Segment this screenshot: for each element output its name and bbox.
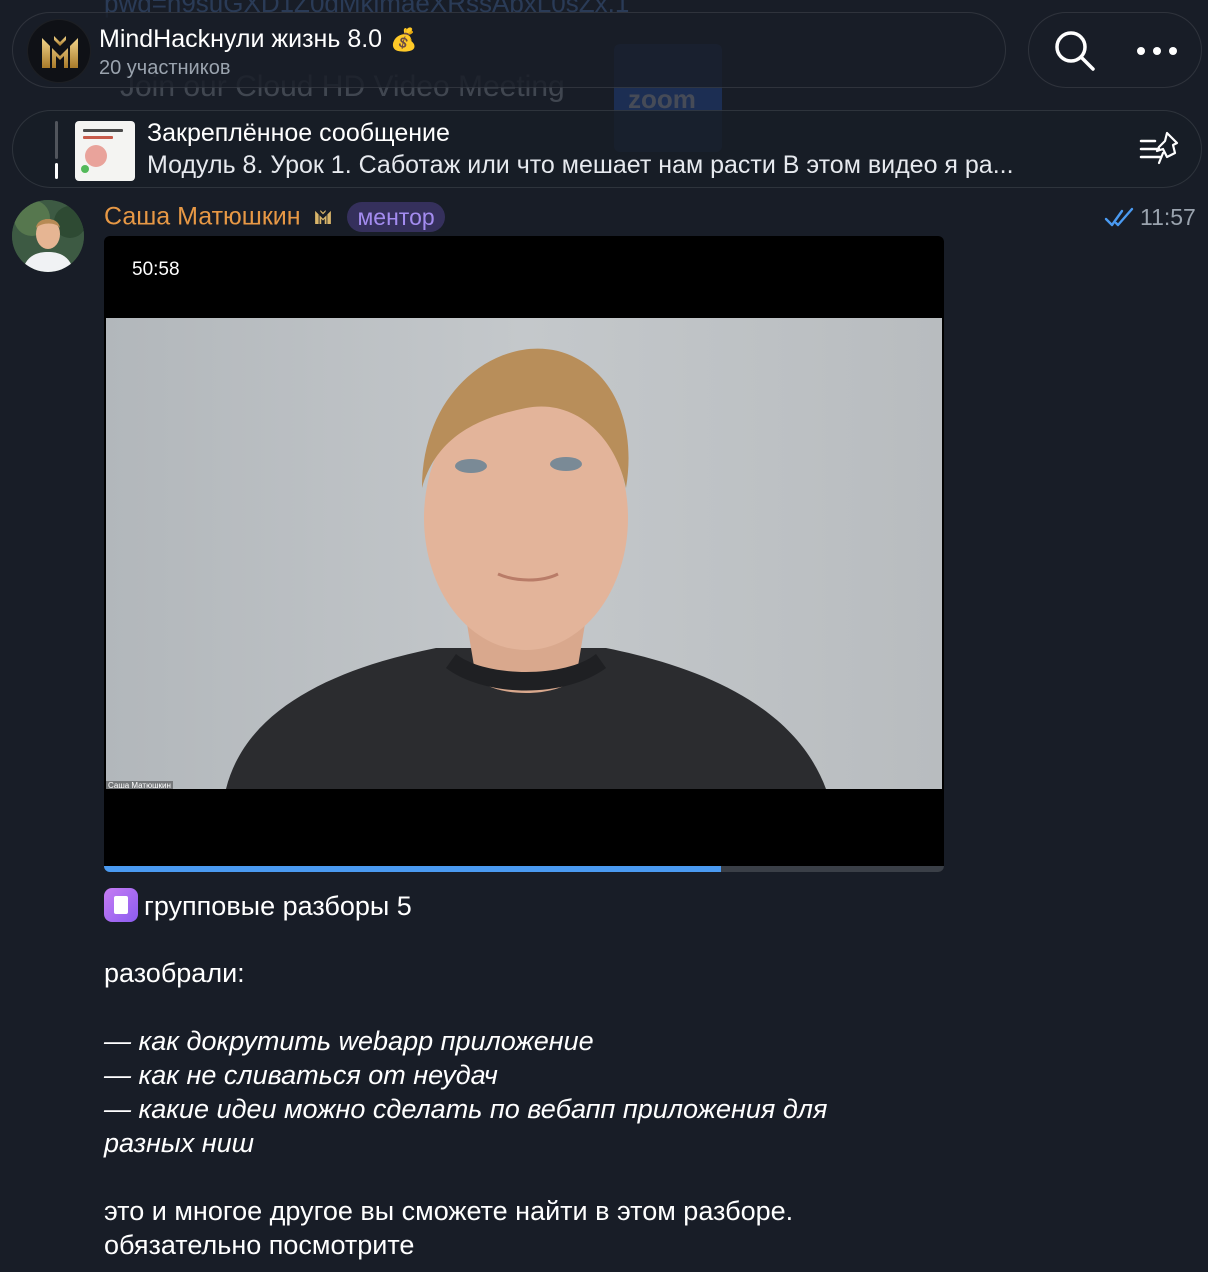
pinned-list-button[interactable] (1137, 129, 1183, 169)
header-actions (1028, 12, 1202, 88)
sender-logo-icon (309, 203, 337, 231)
list-item-continuation: разных ниш (104, 1128, 255, 1158)
message-text: групповые разборы 5 разобрали: — как док… (104, 888, 1184, 1262)
list-item: — как докрутить webapp приложение (104, 1026, 594, 1056)
chat-screen: pwd=n9suGXD1Z0dMkimaeXRssAbxL0sZx.1 Join… (0, 0, 1208, 1272)
chat-title: MindHackнули жизнь 8.0 💰 (99, 25, 418, 54)
video-thumbnail (106, 318, 942, 789)
thumbnail-ball (85, 145, 107, 167)
search-button[interactable] (1049, 25, 1101, 77)
pin-list-icon (1139, 131, 1179, 165)
chat-header[interactable]: MindHackнули жизнь 8.0 💰 20 участников (12, 12, 1006, 88)
pinned-title: Закреплённое сообщение (147, 119, 450, 147)
video-duration: 50:58 (132, 259, 180, 280)
sender-line: Саша Матюшкин ментор (104, 202, 445, 234)
video-progress-fill (104, 866, 722, 872)
document-icon (104, 888, 138, 922)
pinned-position-indicator (55, 121, 59, 179)
thumbnail-line (83, 136, 113, 139)
pinned-thumbnail (75, 121, 135, 181)
message-line: это и многое другое вы сможете найти в э… (104, 1196, 794, 1226)
pinned-text: Модуль 8. Урок 1. Саботаж или что мешает… (147, 151, 1014, 179)
search-icon (1055, 31, 1095, 71)
money-bag-icon: 💰 (390, 27, 418, 52)
message-meta: 11:57 (1104, 204, 1196, 231)
message-time: 11:57 (1140, 204, 1196, 230)
chat-title-text: MindHackнули жизнь 8.0 (99, 25, 383, 53)
sender-avatar[interactable] (12, 200, 84, 272)
thumbnail-dot (81, 165, 89, 173)
more-icon (1137, 47, 1177, 55)
double-check-icon (1104, 207, 1134, 226)
member-count: 20 участников (99, 57, 231, 79)
sender-name[interactable]: Саша Матюшкин (104, 203, 301, 231)
more-button[interactable] (1129, 25, 1185, 77)
list-item: — какие идеи можно сделать по вебапп при… (104, 1094, 828, 1124)
message-line: обязательно посмотрите (104, 1230, 415, 1260)
video-message[interactable]: 50:58 Саша Матюшкин (104, 236, 944, 872)
sender-role-badge: ментор (347, 202, 445, 232)
pinned-indicator-active (55, 163, 58, 179)
video-participant-label: Саша Матюшкин (106, 781, 173, 790)
message-heading-text: групповые разборы 5 (144, 891, 412, 921)
list-item: — как не сливаться от неудач (104, 1060, 498, 1090)
thumbnail-line (83, 129, 123, 132)
pinned-indicator-segment (55, 121, 58, 159)
video-progress-bar[interactable] (104, 866, 944, 872)
message-heading: групповые разборы 5 (104, 888, 1184, 922)
pinned-message-bar[interactable]: Закреплённое сообщение Модуль 8. Урок 1.… (12, 110, 1202, 188)
video-frame[interactable] (106, 318, 942, 789)
chat-logo[interactable] (27, 19, 91, 83)
message-line: разобрали: (104, 958, 245, 988)
